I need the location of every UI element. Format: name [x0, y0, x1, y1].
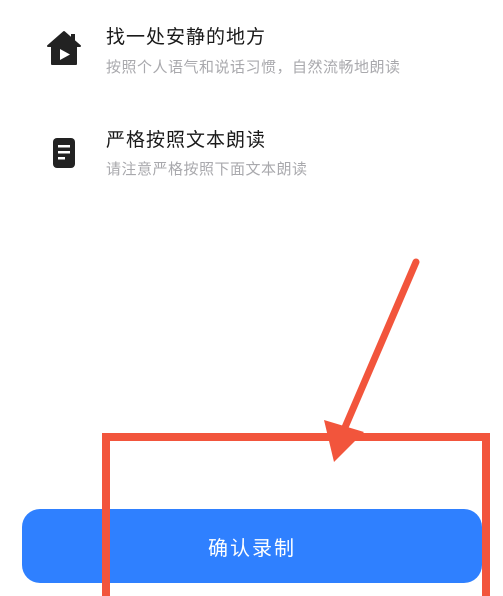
confirm-record-button[interactable]: 确认录制 — [22, 509, 482, 583]
annotation-arrow — [324, 258, 420, 462]
tip-subtitle: 请注意严格按照下面文本朗读 — [106, 160, 308, 178]
home-play-icon — [47, 31, 81, 65]
recording-instructions-screen: 找一处安静的地方 按照个人语气和说话习惯，自然流畅地朗读 严格按照文本朗读 请注… — [0, 0, 503, 596]
annotation-overlay — [102, 258, 490, 596]
tip-title: 严格按照文本朗读 — [106, 129, 267, 151]
tip-title: 找一处安静的地方 — [106, 26, 267, 48]
document-icon — [53, 138, 75, 168]
tip-subtitle: 按照个人语气和说话习惯，自然流畅地朗读 — [106, 58, 401, 76]
